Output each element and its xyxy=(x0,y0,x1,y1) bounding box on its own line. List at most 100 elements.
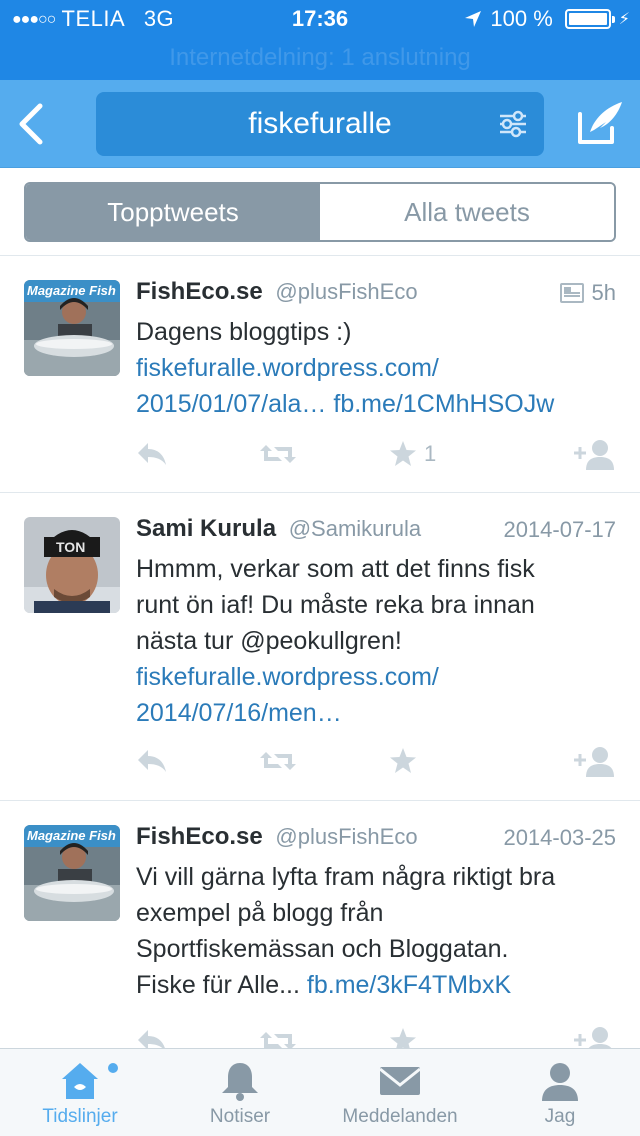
compose-tweet-icon xyxy=(578,102,622,144)
compose-tweet-button[interactable] xyxy=(576,98,626,148)
tab-notifications[interactable]: Notiser xyxy=(160,1049,320,1136)
tweet-time-label: 5h xyxy=(591,280,616,305)
tweet[interactable]: TON Sami Kurula @Samikurula 2014-07-17 H… xyxy=(0,493,640,801)
tab-all-tweets[interactable]: Alla tweets xyxy=(320,184,614,240)
tweet-header: FishEco.se @plusFishEco 5h xyxy=(136,278,616,310)
follow-button[interactable] xyxy=(572,436,616,472)
tweet-text-line: Dagens bloggtips :) xyxy=(136,318,352,346)
star-icon xyxy=(390,748,416,773)
tweet-time-label: 2014-07-17 xyxy=(503,517,616,542)
results-filter-bar: Topptweets Alla tweets xyxy=(0,168,640,256)
hotspot-banner[interactable]: Internetdelning: 1 anslutning xyxy=(0,44,640,72)
charging-bolt-icon: ⚡ xyxy=(618,11,630,28)
avatar-beanie-text: TON xyxy=(56,539,85,555)
back-chevron-icon xyxy=(19,103,43,145)
reply-button[interactable] xyxy=(136,436,168,472)
author-handle[interactable]: @Samikurula xyxy=(289,516,421,541)
tab-me[interactable]: Jag xyxy=(480,1049,640,1136)
tweet-actions xyxy=(136,743,616,779)
tweet-text-line: exempel på blogg från xyxy=(136,899,384,927)
favorite-button[interactable]: 1 xyxy=(388,436,436,472)
favorite-button[interactable] xyxy=(388,743,418,779)
retweet-icon xyxy=(260,445,296,463)
retweet-icon xyxy=(260,752,296,770)
tab-label: Tidslinjer xyxy=(42,1106,118,1127)
search-field[interactable]: fiskefuralle xyxy=(96,92,544,156)
tweet-text-line: runt ön iaf! Du måste reka bra innan xyxy=(136,591,535,619)
avatar-image: TON xyxy=(24,517,120,613)
new-content-dot xyxy=(108,1063,118,1073)
tweet-text-line: Vi vill gärna lyfta fram några riktigt b… xyxy=(136,863,556,891)
tweet[interactable]: Magazine Fish FishEco.se @plusFishEco 20… xyxy=(0,801,640,1048)
avatar-image: Magazine Fish xyxy=(24,280,120,376)
search-nav-bar: fiskefuralle xyxy=(0,80,640,168)
battery-percent: 100 % xyxy=(490,6,553,31)
battery-icon xyxy=(564,9,615,29)
tweet-link[interactable]: 2015/01/07/ala… xyxy=(136,390,326,418)
favorite-button[interactable] xyxy=(388,1023,418,1048)
retweet-button[interactable] xyxy=(258,436,298,472)
bell-icon xyxy=(222,1063,258,1101)
status-bar: ●●●○○ TELIA 3G 17:36 100 % ⚡ Internetdel… xyxy=(0,0,640,80)
tab-top-tweets[interactable]: Topptweets xyxy=(26,184,320,240)
filter-sliders-icon[interactable] xyxy=(498,110,528,138)
tweet-header: Sami Kurula @Samikurula 2014-07-17 xyxy=(136,515,616,547)
tweet[interactable]: Magazine Fish FishEco.se @plusFishEco 5h… xyxy=(0,256,640,493)
tweet-text-line: nästa tur @peokullgren! xyxy=(136,627,402,655)
tweet-time-label: 2014-03-25 xyxy=(503,825,616,850)
author-handle[interactable]: @plusFishEco xyxy=(275,824,417,849)
author-name[interactable]: Sami Kurula xyxy=(136,515,276,542)
envelope-icon xyxy=(379,1067,421,1095)
avatar-sami-kurula[interactable]: TON xyxy=(24,517,120,613)
author-name[interactable]: FishEco.se xyxy=(136,278,263,305)
avatar-fisheco[interactable]: Magazine Fish xyxy=(24,825,120,921)
tweet-text-line: Fiske für Alle... xyxy=(136,971,300,999)
tweet-text[interactable]: Hmmm, verkar som att det finns fisk runt… xyxy=(136,551,620,731)
avatar-image: Magazine Fish xyxy=(24,825,120,921)
author-handle[interactable]: @plusFishEco xyxy=(275,279,417,304)
search-query[interactable]: fiskefuralle xyxy=(96,92,544,156)
status-right: 100 % ⚡ xyxy=(464,6,630,32)
tweet-header: FishEco.se @plusFishEco 2014-03-25 xyxy=(136,823,616,855)
tweet-link[interactable]: fb.me/1CMhHSOJw xyxy=(333,390,554,418)
avatar-fisheco[interactable]: Magazine Fish xyxy=(24,280,120,376)
tab-label: Jag xyxy=(544,1106,576,1127)
reply-icon xyxy=(138,750,166,772)
star-icon xyxy=(390,1028,416,1048)
follow-user-icon xyxy=(574,747,614,777)
tweet-text-line: Sportfiskemässan och Bloggatan. xyxy=(136,935,509,963)
avatar-logo-text: Magazine Fish xyxy=(27,828,116,843)
follow-button[interactable] xyxy=(572,1023,616,1048)
reply-icon xyxy=(138,443,166,465)
bottom-tab-bar: Tidslinjer Notiser Meddelanden Jag xyxy=(0,1048,640,1136)
retweet-button[interactable] xyxy=(258,743,298,779)
location-arrow-icon xyxy=(465,11,482,27)
segmented-control: Topptweets Alla tweets xyxy=(24,182,616,242)
reply-icon xyxy=(138,1030,165,1048)
tweet-link[interactable]: fb.me/3kF4TMbxK xyxy=(307,971,511,999)
tweet-link[interactable]: fiskefuralle.wordpress.com/ xyxy=(136,350,620,386)
tab-messages[interactable]: Meddelanden xyxy=(320,1049,480,1136)
tweet-text[interactable]: Dagens bloggtips :) fiskefuralle.wordpre… xyxy=(136,314,620,422)
search-results-timeline[interactable]: Magazine Fish FishEco.se @plusFishEco 5h… xyxy=(0,256,640,1048)
tweet-text-line: Hmmm, verkar som att det finns fisk xyxy=(136,555,535,583)
follow-user-icon xyxy=(574,440,614,470)
home-icon xyxy=(62,1063,98,1099)
favorite-count: 1 xyxy=(424,441,437,466)
reply-button[interactable] xyxy=(136,1023,168,1048)
back-button[interactable] xyxy=(12,100,52,148)
tweet-text[interactable]: Vi vill gärna lyfta fram några riktigt b… xyxy=(136,859,620,1003)
star-icon xyxy=(390,441,416,466)
author-name[interactable]: FishEco.se xyxy=(136,823,263,850)
tab-home-timelines[interactable]: Tidslinjer xyxy=(0,1049,160,1136)
tweet-link[interactable]: 2014/07/16/men… xyxy=(136,695,620,731)
tweet-time: 5h xyxy=(559,280,616,306)
follow-button[interactable] xyxy=(572,743,616,779)
profile-icon xyxy=(542,1063,578,1101)
tab-label: Notiser xyxy=(209,1106,271,1127)
summary-card-icon xyxy=(559,283,584,303)
reply-button[interactable] xyxy=(136,743,168,779)
retweet-button[interactable] xyxy=(258,1023,298,1048)
tweet-link[interactable]: fiskefuralle.wordpress.com/ xyxy=(136,659,620,695)
tweet-actions: 1 xyxy=(136,436,616,472)
